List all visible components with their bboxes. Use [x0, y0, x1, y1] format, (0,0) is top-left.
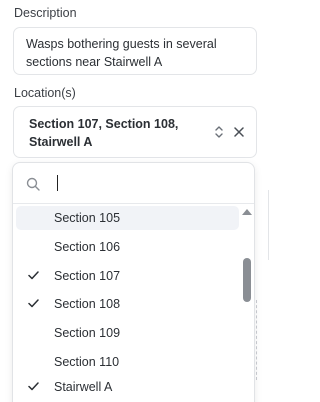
location-form: Description Wasps bothering guests in se… [0, 0, 269, 402]
option-section-108[interactable]: Section 108 [16, 292, 239, 316]
search-icon [26, 177, 40, 191]
description-line-2: sections near Stairwell A [26, 55, 163, 69]
option-label: Section 108 [54, 297, 121, 311]
check-icon [28, 271, 39, 280]
dropdown-scrollbar[interactable] [241, 204, 253, 402]
text-cursor [57, 175, 58, 191]
location-dropdown: Section 105 Section 106 Section 107 Sect… [12, 162, 255, 402]
option-label: Section 107 [54, 269, 121, 283]
option-section-110[interactable]: Section 110 [16, 350, 239, 374]
scrollbar-thumb[interactable] [243, 258, 251, 302]
close-icon[interactable] [233, 126, 245, 138]
option-section-105[interactable]: Section 105 [16, 206, 239, 230]
description-label: Description [14, 6, 77, 20]
dropdown-options: Section 105 Section 106 Section 107 Sect… [13, 204, 254, 402]
option-label: Section 106 [54, 240, 121, 254]
option-section-106[interactable]: Section 106 [16, 235, 239, 259]
option-stairwell-a[interactable]: Stairwell A [16, 375, 239, 399]
option-label: Stairwell A [54, 380, 113, 394]
option-label: Section 105 [54, 211, 121, 225]
location-selected-line-2: Stairwell A [29, 135, 93, 149]
description-field[interactable]: Wasps bothering guests in several sectio… [13, 27, 257, 75]
location-selected-values: Section 107, Section 108, Stairwell A [29, 115, 189, 151]
location-label: Location(s) [14, 86, 76, 100]
option-section-109[interactable]: Section 109 [16, 321, 239, 345]
dropdown-search [13, 163, 254, 204]
scroll-up-arrow-icon[interactable] [241, 208, 253, 216]
chevron-updown-icon[interactable] [214, 124, 224, 140]
dropdown-search-input[interactable] [57, 172, 227, 194]
description-line-1: Wasps bothering guests in several [26, 37, 217, 51]
background-dashed-edge [256, 300, 257, 380]
location-select[interactable]: Section 107, Section 108, Stairwell A [13, 106, 257, 158]
option-section-107[interactable]: Section 107 [16, 264, 239, 288]
location-selected-line-1: Section 107, Section 108, [29, 117, 179, 131]
option-label: Section 109 [54, 326, 121, 340]
check-icon [28, 299, 39, 308]
check-icon [28, 382, 39, 391]
background-field-edge [255, 190, 269, 260]
option-label: Section 110 [54, 355, 120, 369]
